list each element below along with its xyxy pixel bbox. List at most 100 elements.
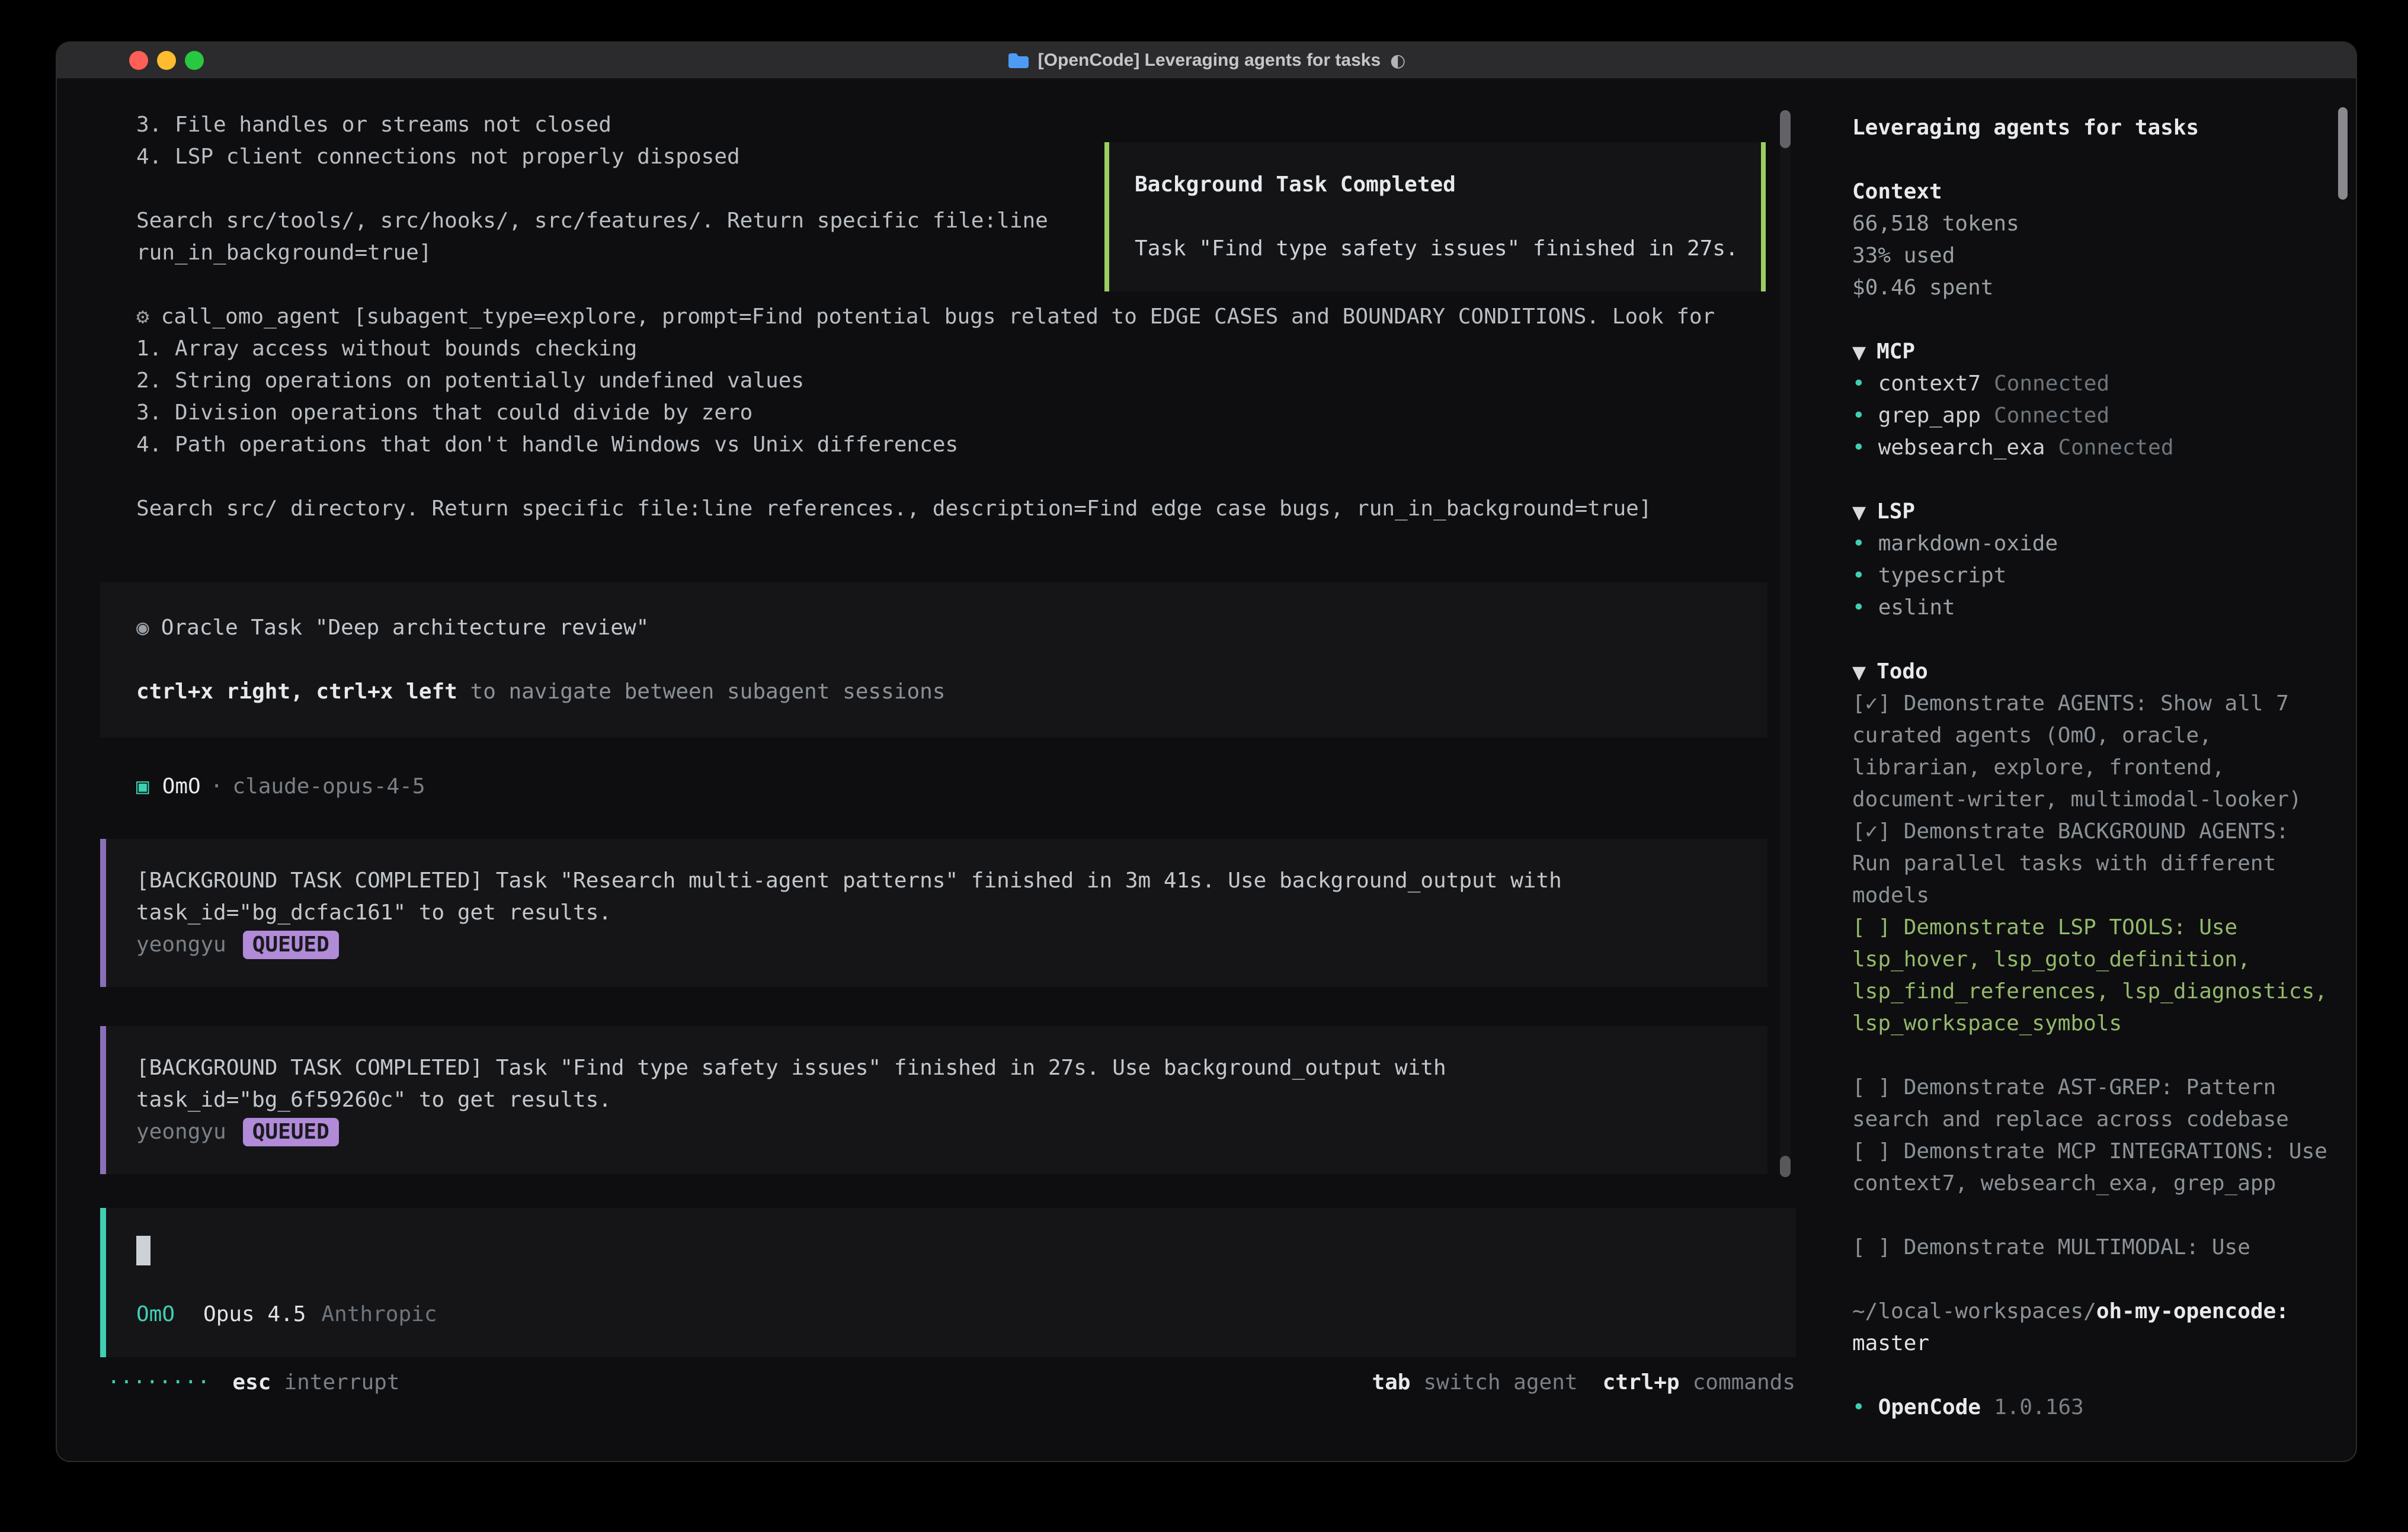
spinner-dots: ········ xyxy=(107,1367,210,1399)
app-name: OpenCode xyxy=(1878,1395,1981,1419)
todo-item-pending: [ ] Demonstrate AST-GREP: Pattern search… xyxy=(1852,1072,2330,1136)
background-task-message: [BACKGROUND TASK COMPLETED] Task "Resear… xyxy=(100,839,1767,987)
input-cursor-line xyxy=(136,1235,1796,1267)
app-version-number: 1.0.163 xyxy=(1994,1395,2084,1419)
message-line: task_id="bg_6f59260c" to get results. xyxy=(136,1084,1767,1116)
chevron-down-icon: ▼ xyxy=(1852,502,1866,523)
zoom-button[interactable] xyxy=(185,51,204,70)
input-model-name: Opus 4.5 xyxy=(203,1302,306,1326)
session-sidebar: Leveraging agents for tasks Context 66,5… xyxy=(1799,79,2356,1461)
todo-section-toggle[interactable]: ▼ Todo xyxy=(1852,656,2330,688)
commands-key-label: commands xyxy=(1693,1367,1795,1399)
navigation-hint: ctrl+x right, ctrl+x left to navigate be… xyxy=(136,676,1767,708)
oracle-task-title: ◉ Oracle Task "Deep architecture review" xyxy=(136,612,1767,644)
window-titlebar[interactable]: [OpenCode] Leveraging agents for tasks ◐ xyxy=(57,43,2356,79)
close-button[interactable] xyxy=(129,51,148,70)
tool-call-item: 1. Array access without bounds checking xyxy=(100,333,1799,365)
chevron-down-icon: ▼ xyxy=(1852,662,1866,683)
bullet-icon: • xyxy=(1852,1395,1865,1419)
message-line: task_id="bg_dcfac161" to get results. xyxy=(136,897,1767,929)
desktop: [OpenCode] Leveraging agents for tasks ◐… xyxy=(0,0,2408,1532)
bullet-icon: • xyxy=(1852,371,1865,396)
context-heading: Context xyxy=(1852,176,2330,208)
background-task-toast[interactable]: Background Task Completed Task "Find typ… xyxy=(1104,142,1766,291)
toast-body: Task "Find type safety issues" finished … xyxy=(1135,233,1743,265)
todo-item-pending: [ ] Demonstrate MULTIMODAL: Use xyxy=(1852,1232,2330,1264)
workspace-path: ~/local-workspaces/oh-my-opencode: xyxy=(1852,1296,2330,1328)
input-provider-name: Anthropic xyxy=(321,1302,437,1326)
window-title-text: [OpenCode] Leveraging agents for tasks xyxy=(1038,50,1381,70)
gear-icon: ⚙ xyxy=(136,305,149,329)
separator: · xyxy=(210,774,223,799)
text-cursor xyxy=(136,1236,150,1265)
tool-call-item: 2. String operations on potentially unde… xyxy=(100,365,1799,397)
todo-item-done: [✓] Demonstrate AGENTS: Show all 7 curat… xyxy=(1852,688,2330,816)
agent-name: OmO xyxy=(162,774,201,799)
bullet-icon: • xyxy=(1852,403,1865,428)
main-scrollbar-thumb-secondary[interactable] xyxy=(1780,1156,1791,1177)
mcp-heading: MCP xyxy=(1877,339,1915,364)
fisheye-icon: ◉ xyxy=(136,616,149,640)
oracle-task-title-text: Oracle Task "Deep architecture review" xyxy=(161,616,649,640)
message-author: yeongyu xyxy=(136,929,226,961)
hint-keys: ctrl+x right, ctrl+x left xyxy=(136,680,457,704)
context-used: 33% used xyxy=(1852,240,2330,272)
bullet-icon: • xyxy=(1852,531,1865,556)
todo-item-done: [✓] Demonstrate BACKGROUND AGENTS: Run p… xyxy=(1852,816,2330,912)
message-line: [BACKGROUND TASK COMPLETED] Task "Find t… xyxy=(136,1052,1767,1084)
mcp-item: •grep_appConnected xyxy=(1852,400,2330,432)
tool-call-footer: Search src/ directory. Return specific f… xyxy=(100,493,1799,525)
hint-text: to navigate between subagent sessions xyxy=(457,680,946,704)
tool-call-header: ⚙ call_omo_agent [subagent_type=explore, … xyxy=(100,301,1799,333)
input-agent-name: OmO xyxy=(136,1302,175,1326)
app-version: • OpenCode 1.0.163 xyxy=(1852,1392,2330,1424)
todo-heading: Todo xyxy=(1877,659,1928,684)
message-meta: yeongyu QUEUED xyxy=(136,929,1767,961)
lsp-item: •eslint xyxy=(1852,592,2330,624)
prompt-input[interactable]: OmO Opus 4.5 Anthropic xyxy=(100,1208,1796,1357)
sidebar-scrollbar-thumb[interactable] xyxy=(2338,107,2348,200)
status-bar: ········ esc interrupt tab switch agent c… xyxy=(107,1367,1795,1399)
status-badge: QUEUED xyxy=(243,931,339,959)
mcp-item: •context7Connected xyxy=(1852,368,2330,400)
message-meta: yeongyuQUEUED xyxy=(136,1116,1767,1148)
lsp-heading: LSP xyxy=(1877,499,1915,524)
tool-call-header-text: call_omo_agent [subagent_type=explore, p… xyxy=(161,305,1715,329)
tab-key-label: switch agent xyxy=(1423,1367,1577,1399)
message-line: [BACKGROUND TASK COMPLETED] Task "Resear… xyxy=(136,865,1767,897)
terminal-window: [OpenCode] Leveraging agents for tasks ◐… xyxy=(57,43,2356,1461)
bullet-icon: • xyxy=(1852,563,1865,588)
session-indicator-icon: ◐ xyxy=(1390,50,1405,71)
traffic-lights xyxy=(129,51,204,70)
background-task-message: [BACKGROUND TASK COMPLETED] Task "Find t… xyxy=(100,1026,1767,1174)
lsp-section-toggle[interactable]: ▼ LSP xyxy=(1852,496,2330,528)
commands-key-hint: ctrl+p xyxy=(1603,1367,1680,1399)
message-author: yeongyu xyxy=(136,1116,226,1148)
lsp-item: •markdown-oxide xyxy=(1852,528,2330,560)
agent-header: ▣ OmO · claude-opus-4-5 xyxy=(100,771,1799,803)
agent-square-icon: ▣ xyxy=(136,774,149,799)
mcp-section-toggle[interactable]: ▼ MCP xyxy=(1852,336,2330,368)
lsp-item: •typescript xyxy=(1852,560,2330,592)
context-spent: $0.46 spent xyxy=(1852,272,2330,304)
tool-call-item: 4. Path operations that don't handle Win… xyxy=(100,429,1799,461)
todo-item-pending: [ ] Demonstrate MCP INTEGRATIONS: Use co… xyxy=(1852,1136,2330,1200)
model-selector[interactable]: OmO Opus 4.5 Anthropic xyxy=(136,1299,1796,1331)
folder-icon xyxy=(1007,53,1029,68)
output-line: 3. File handles or streams not closed xyxy=(100,109,1799,141)
chevron-down-icon: ▼ xyxy=(1852,342,1866,363)
tool-call-item: 3. Division operations that could divide… xyxy=(100,397,1799,429)
status-bar-right: tab switch agent ctrl+p commands xyxy=(1372,1367,1795,1399)
bullet-icon: • xyxy=(1852,435,1865,460)
todo-item-active: [ ] Demonstrate LSP TOOLS: Use lsp_hover… xyxy=(1852,912,2330,1040)
bullet-icon: • xyxy=(1852,595,1865,620)
tab-key-hint: tab xyxy=(1372,1367,1410,1399)
esc-key-hint: esc xyxy=(232,1367,271,1399)
esc-key-label: interrupt xyxy=(284,1367,399,1399)
session-title: Leveraging agents for tasks xyxy=(1852,112,2330,144)
minimize-button[interactable] xyxy=(157,51,176,70)
main-scrollbar-thumb[interactable] xyxy=(1780,110,1791,148)
workspace-branch: master xyxy=(1852,1328,2330,1360)
main-scrollbar-track[interactable] xyxy=(1780,110,1791,1177)
agent-model: claude-opus-4-5 xyxy=(232,774,425,799)
